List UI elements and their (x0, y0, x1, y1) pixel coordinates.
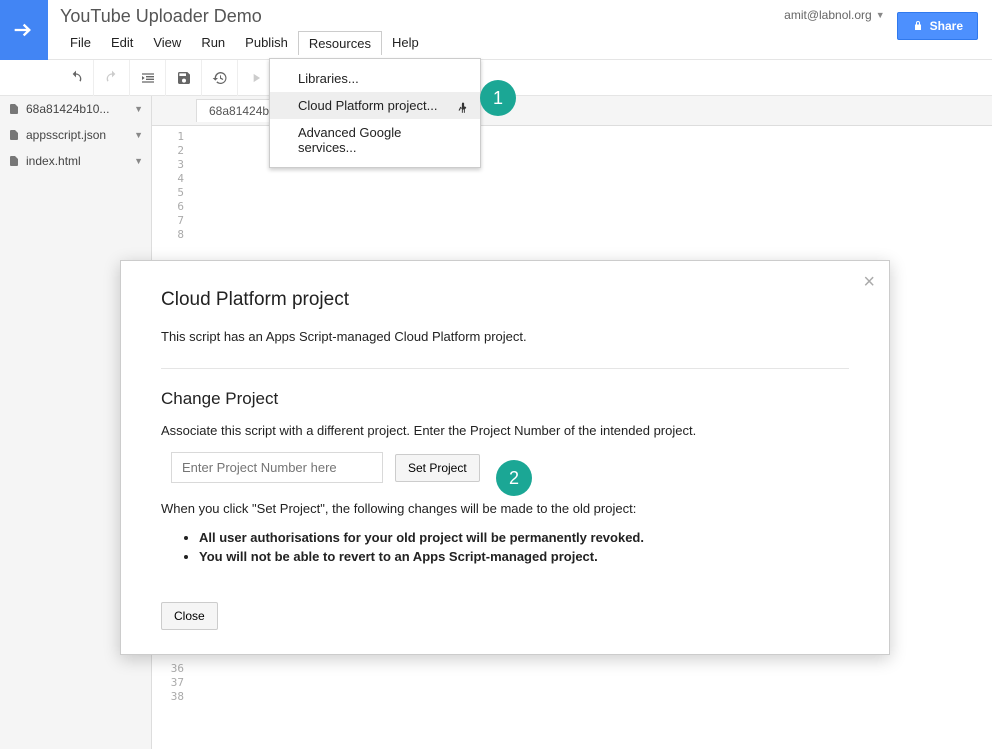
cursor-pointer-icon (455, 101, 471, 117)
file-name: 68a81424b10... (26, 102, 128, 116)
user-email[interactable]: amit@labnol.org ▼ (784, 8, 884, 22)
menu-view[interactable]: View (143, 31, 191, 55)
changes-list: All user authorisations for your old pro… (199, 530, 849, 564)
file-name: appsscript.json (26, 128, 128, 142)
project-number-input[interactable] (171, 452, 383, 483)
associate-text: Associate this script with a different p… (161, 423, 849, 438)
app-logo (0, 0, 48, 60)
save-button[interactable] (166, 60, 202, 96)
menu-help[interactable]: Help (382, 31, 429, 55)
cloud-platform-modal: × Cloud Platform project This script has… (120, 260, 890, 655)
divider (161, 368, 849, 369)
callout-badge-2: 2 (496, 460, 532, 496)
tab-label: 68a81424b (209, 104, 269, 118)
caret-down-icon[interactable]: ▼ (134, 130, 143, 140)
menu-resources[interactable]: Resources (298, 31, 382, 55)
share-label: Share (930, 19, 963, 33)
modal-close-button[interactable]: × (863, 271, 875, 294)
resources-dropdown: Libraries... Cloud Platform project... A… (269, 58, 481, 168)
menubar: File Edit View Run Publish Resources Hel… (60, 31, 784, 55)
file-name: index.html (26, 154, 128, 168)
modal-title: Cloud Platform project (161, 289, 849, 311)
file-item[interactable]: appsscript.json ▼ (0, 122, 151, 148)
file-icon (8, 103, 20, 115)
caret-down-icon: ▼ (876, 10, 885, 20)
bullet-2: You will not be able to revert to an App… (199, 549, 598, 564)
user-email-text: amit@labnol.org (784, 8, 872, 22)
menu-publish[interactable]: Publish (235, 31, 298, 55)
bullet-1: All user authorisations for your old pro… (199, 530, 644, 545)
undo-button[interactable] (58, 60, 94, 96)
file-icon (8, 155, 20, 167)
callout-badge-1: 1 (480, 80, 516, 116)
file-icon (8, 129, 20, 141)
indent-button[interactable] (130, 60, 166, 96)
menu-file[interactable]: File (60, 31, 101, 55)
caret-down-icon[interactable]: ▼ (134, 104, 143, 114)
share-button[interactable]: Share (897, 12, 978, 40)
when-click-text: When you click "Set Project", the follow… (161, 501, 849, 516)
close-button[interactable]: Close (161, 602, 218, 630)
dropdown-item-libraries[interactable]: Libraries... (270, 65, 480, 92)
file-item[interactable]: index.html ▼ (0, 148, 151, 174)
modal-intro: This script has an Apps Script-managed C… (161, 329, 849, 344)
dropdown-item-cloud-platform[interactable]: Cloud Platform project... (270, 92, 480, 119)
project-title[interactable]: YouTube Uploader Demo (60, 6, 784, 27)
file-item[interactable]: 68a81424b10... ▼ (0, 96, 151, 122)
lock-icon (912, 20, 924, 32)
change-project-heading: Change Project (161, 389, 849, 409)
caret-down-icon[interactable]: ▼ (134, 156, 143, 166)
history-button[interactable] (202, 60, 238, 96)
set-project-button[interactable]: Set Project (395, 454, 480, 482)
dropdown-item-advanced-services[interactable]: Advanced Google services... (270, 119, 480, 161)
menu-edit[interactable]: Edit (101, 31, 143, 55)
menu-run[interactable]: Run (191, 31, 235, 55)
redo-button[interactable] (94, 60, 130, 96)
